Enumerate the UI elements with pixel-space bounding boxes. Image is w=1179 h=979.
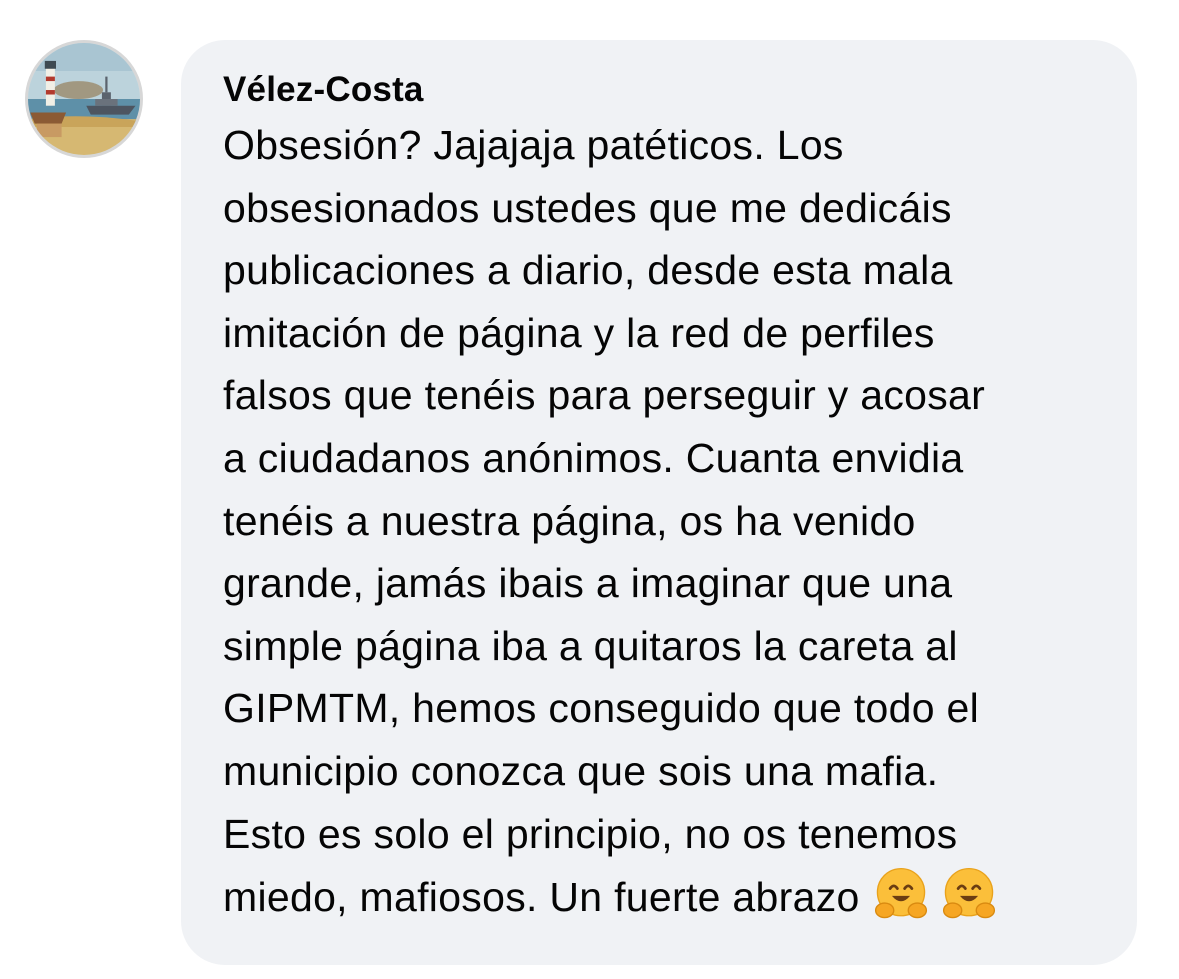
comment-line: tenéis a nuestra página, os ha venido: [223, 497, 916, 544]
comment-line: Obsesión? Jajajaja patéticos. Los: [223, 122, 844, 168]
comment-line: Esto es solo el principio, no os tenemos: [223, 810, 958, 857]
hugging-face-emoji-icon: [874, 868, 927, 919]
comment-last-line: miedo, mafiosos. Un fuerte abrazo: [223, 865, 1107, 929]
comment-line: publicaciones a diario, desde esta mala: [223, 247, 953, 294]
comment-line: obsesionados ustedes que me dedicáis: [223, 184, 952, 231]
comment-line: falsos que tenéis para perseguir y acosa…: [223, 372, 986, 419]
comment-line: simple página iba a quitaros la careta a…: [223, 622, 958, 669]
hugging-face-emoji-icon: [942, 868, 995, 919]
comment-line: GIPMTM, hemos conseguido que todo el: [223, 685, 980, 732]
author-avatar[interactable]: [25, 40, 143, 158]
comment-line-text: miedo, mafiosos. Un fuerte abrazo: [223, 874, 860, 921]
comment-line: grande, jamás ibais a imaginar que una: [223, 560, 953, 607]
comment-bubble: Vélez-Costa Obsesión? Jajajaja patéticos…: [181, 40, 1137, 965]
comment-text: Obsesión? Jajajaja patéticos. Los obsesi…: [223, 114, 1107, 929]
comment-line: municipio conozca que sois una mafia.: [223, 747, 939, 794]
comment-author-name[interactable]: Vélez-Costa: [223, 70, 1107, 110]
comment-line: imitación de página y la red de perfiles: [223, 309, 935, 356]
comment-line: a ciudadanos anónimos. Cuanta envidia: [223, 434, 964, 481]
lighthouse-ship-painting-icon: [28, 43, 140, 155]
